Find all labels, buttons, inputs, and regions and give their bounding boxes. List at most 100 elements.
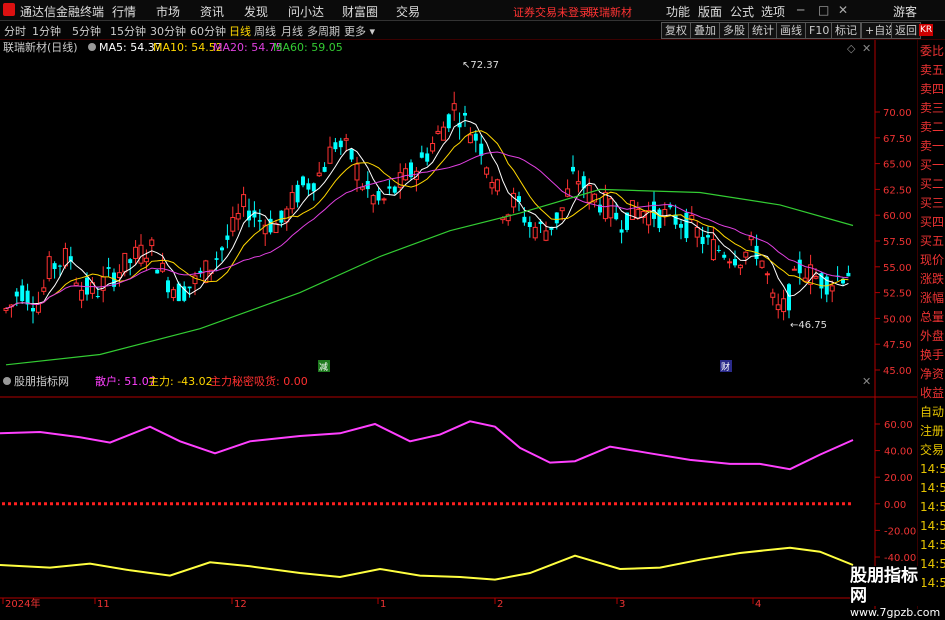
f10-button[interactable]: F10: [805, 22, 834, 39]
indicator-tick-label: 0.00: [884, 500, 906, 511]
candle-body: [657, 209, 662, 229]
candle-body: [467, 134, 473, 144]
candle-body: [349, 149, 354, 160]
menu-item[interactable]: 行情: [112, 3, 136, 20]
quote-panel-item[interactable]: 自动: [920, 405, 944, 419]
tab-timeframe[interactable]: 15分钟: [110, 23, 146, 39]
candle-body: [311, 183, 316, 192]
statistics-button[interactable]: 统计: [748, 22, 778, 39]
chart-title: 联瑞新材(日线): [3, 40, 78, 54]
date-tick-label: 4: [755, 599, 761, 609]
tab-timeframe[interactable]: 5分钟: [72, 23, 101, 39]
candle-body: [829, 285, 835, 292]
menu-item[interactable]: 选项: [761, 3, 785, 20]
quote-panel-item[interactable]: 交易: [920, 443, 944, 457]
candle-body: [235, 212, 241, 220]
tab-timeframe[interactable]: 分时: [4, 23, 26, 39]
quote-panel-item: 卖四: [920, 82, 945, 96]
stock-name: 联瑞新材: [588, 6, 632, 19]
multi-stock-button[interactable]: 多股: [719, 22, 749, 39]
indicator-settings-icon[interactable]: [3, 377, 11, 385]
quote-panel-item: 买四: [920, 215, 945, 229]
maximize-icon[interactable]: □: [818, 3, 829, 17]
quote-panel-item[interactable]: 注册: [920, 424, 944, 438]
menu-item[interactable]: 公式: [730, 3, 754, 20]
close-panel-icon[interactable]: ✕: [862, 42, 871, 55]
candle-body: [143, 257, 149, 263]
main-force-line: [0, 546, 854, 581]
menu-item[interactable]: 版面: [698, 3, 722, 20]
candle-body: [257, 220, 262, 222]
candle-body: [306, 183, 311, 190]
candle-body: [230, 217, 236, 232]
moving-average-lines: [5, 119, 854, 366]
candle-body: [791, 268, 797, 271]
tab-more[interactable]: 更多 ▾: [344, 23, 375, 39]
date-tick-label: 1: [380, 599, 386, 609]
login-notice[interactable]: 证券交易未登录: [513, 4, 590, 20]
menu-item[interactable]: 交易: [396, 3, 420, 20]
candle-body: [220, 247, 224, 251]
candle-body: [511, 192, 517, 208]
draw-line-button[interactable]: 画线: [776, 22, 806, 39]
menu-item[interactable]: 财富圈: [342, 3, 378, 20]
indicator-tick-label: 40.00: [884, 447, 913, 458]
tab-timeframe-active[interactable]: 日线: [229, 23, 251, 39]
candle-body: [484, 167, 490, 175]
candle-body: [327, 146, 333, 164]
minimize-icon[interactable]: ─: [797, 3, 804, 17]
back-button[interactable]: 返回: [891, 22, 921, 39]
candle-body: [619, 229, 624, 233]
candle-body: [679, 224, 683, 228]
candle-body: [176, 283, 181, 302]
price-tick-label: 70.00: [883, 108, 912, 119]
date-tick-label: 3: [619, 599, 625, 609]
quote-panel-item: 14:56: [920, 500, 945, 514]
candle-body: [419, 152, 424, 158]
quote-panel-item: 买三: [920, 196, 945, 210]
candle-body: [737, 264, 743, 269]
menu-item[interactable]: 功能: [666, 3, 690, 20]
retail-label: 散户: 51.07: [95, 374, 156, 388]
candle-body: [279, 210, 284, 223]
menu-item[interactable]: 发现: [244, 3, 268, 20]
overlay-button[interactable]: 叠加: [690, 22, 720, 39]
candle-body: [716, 250, 721, 252]
tab-timeframe[interactable]: 1分钟: [32, 23, 61, 39]
chart-canvas[interactable]: 联瑞新材(日线) MA5: 54.37 MA10: 54.52 MA20: 54…: [0, 40, 917, 609]
guest-label[interactable]: 游客: [893, 3, 917, 20]
indicator-tick-label: 20.00: [884, 473, 913, 484]
close-indicator-icon[interactable]: ✕: [862, 375, 871, 388]
menu-item[interactable]: 市场: [156, 3, 180, 20]
candle-body: [381, 198, 387, 201]
candle-body: [52, 263, 57, 269]
tab-timeframe[interactable]: 周线: [254, 23, 276, 39]
tab-timeframe[interactable]: 月线: [281, 23, 303, 39]
tab-timeframe[interactable]: 30分钟: [150, 23, 186, 39]
candle-body: [425, 153, 430, 162]
menu-item[interactable]: 问小达: [288, 3, 324, 20]
mark-button[interactable]: 标记: [831, 22, 861, 39]
price-axis: 70.00 67.50 65.00 62.50 60.00 57.50 55.00 52.50…: [875, 108, 912, 377]
price-tick-label: 52.50: [883, 289, 912, 300]
candle-body: [727, 261, 733, 264]
candle-body: [743, 251, 749, 258]
candle-body: [166, 280, 170, 293]
candle-body: [3, 308, 9, 311]
date-tick-label: 12: [234, 599, 247, 609]
candle-body: [575, 181, 581, 185]
candle-body: [846, 272, 851, 277]
price-tick-label: 50.00: [883, 314, 912, 325]
settings-dot-icon[interactable]: [88, 43, 96, 51]
menu-item[interactable]: 资讯: [200, 3, 224, 20]
candle-body: [316, 172, 322, 177]
close-icon[interactable]: ✕: [838, 3, 848, 17]
more-label: 更多: [344, 25, 366, 38]
candle-body: [543, 230, 549, 241]
quote-panel-item: 现价: [920, 253, 945, 267]
diamond-icon[interactable]: ◇: [847, 42, 856, 55]
tab-timeframe[interactable]: 多周期: [307, 23, 340, 39]
tab-timeframe[interactable]: 60分钟: [190, 23, 226, 39]
candle-body: [602, 191, 608, 220]
restore-rights-button[interactable]: 复权: [661, 22, 691, 39]
